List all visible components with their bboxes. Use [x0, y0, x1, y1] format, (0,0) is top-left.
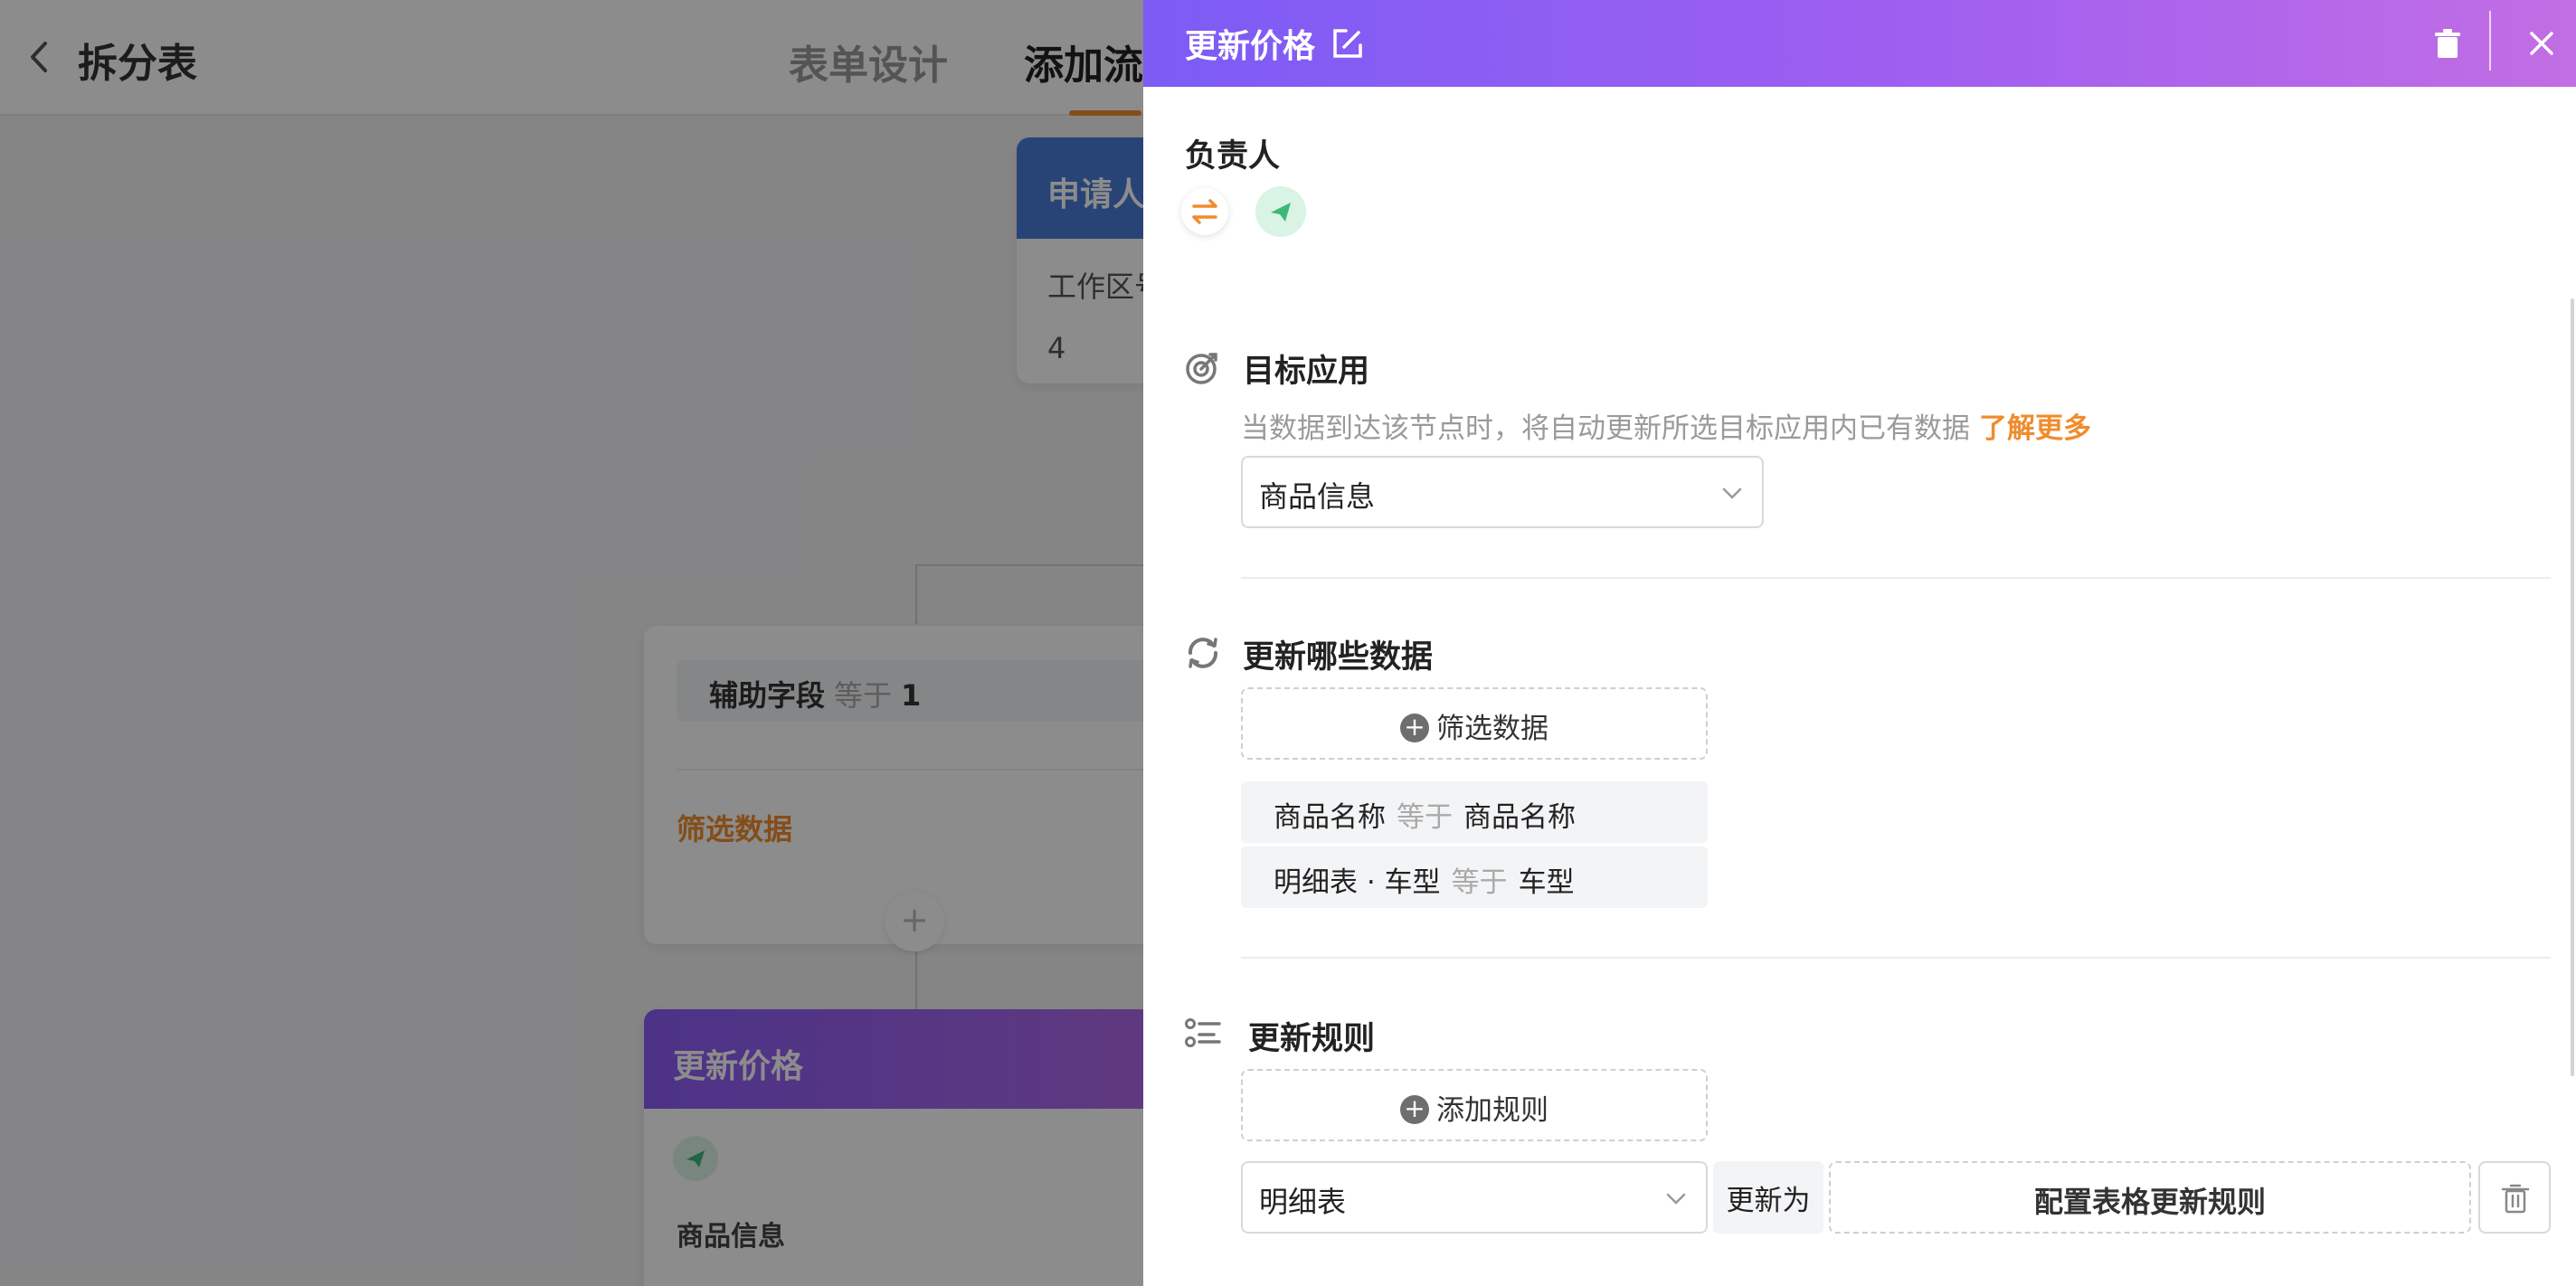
drawer-scrollbar[interactable]: [2571, 298, 2574, 1076]
owner-label: 负责人: [1185, 138, 1281, 175]
target-app-selected-value: 商品信息: [1259, 479, 1376, 514]
condition-op: 等于: [1397, 801, 1453, 834]
delete-rule-button[interactable]: [2478, 1161, 2551, 1234]
target-app-label: 目标应用: [1243, 354, 1370, 390]
transfer-icon[interactable]: [1181, 188, 1228, 235]
drawer-header: 更新价格: [1143, 0, 2576, 87]
update-rules-label: 更新规则: [1248, 1021, 1376, 1057]
delete-node-button[interactable]: [2429, 25, 2466, 61]
target-app-description: 当数据到达该节点时，将自动更新所选目标应用内已有数据 了解更多: [1241, 405, 2091, 446]
list-icon: [1183, 1015, 1223, 1054]
filter-condition-row[interactable]: 明细表 · 车型 等于 车型: [1241, 846, 1708, 908]
condition-field: 商品名称: [1274, 801, 1386, 834]
edit-title-button[interactable]: [1328, 24, 1368, 63]
header-separator: [2489, 11, 2491, 71]
learn-more-link[interactable]: 了解更多: [1979, 412, 2091, 445]
target-app-select[interactable]: 商品信息: [1241, 456, 1764, 528]
node-config-drawer: 更新价格 负责人 目标应用 当数据到达该节点时，将自动更新所选目标应用内已有数据…: [1143, 0, 2576, 1286]
edit-icon: [1333, 29, 1362, 58]
plus-icon: +: [1400, 1094, 1429, 1124]
target-icon: [1183, 347, 1223, 387]
update-to-label: 更新为: [1713, 1161, 1823, 1234]
drawer-title: 更新价格: [1185, 28, 1316, 65]
filter-condition-row[interactable]: 商品名称 等于 商品名称: [1241, 781, 1708, 843]
condition-value: 车型: [1518, 866, 1575, 899]
trash-icon: [2435, 29, 2460, 58]
chevron-down-icon: [1722, 487, 1742, 499]
rule-field-select[interactable]: 明细表: [1241, 1161, 1708, 1234]
filter-data-button[interactable]: + 筛选数据: [1241, 687, 1708, 760]
trash-icon: [2501, 1184, 2530, 1214]
condition-field: 明细表 · 车型: [1274, 866, 1441, 899]
refresh-icon: [1183, 633, 1223, 673]
plus-icon: +: [1400, 713, 1429, 742]
condition-op: 等于: [1451, 866, 1508, 899]
close-icon: [2530, 32, 2553, 55]
send-icon[interactable]: [1255, 186, 1306, 237]
configure-table-rule-button[interactable]: 配置表格更新规则: [1829, 1161, 2471, 1234]
chevron-down-icon: [1666, 1193, 1686, 1205]
modal-overlay[interactable]: [0, 0, 1143, 1286]
condition-value: 商品名称: [1463, 801, 1576, 834]
close-drawer-button[interactable]: [2524, 25, 2560, 61]
rule-field-value: 明细表: [1259, 1185, 1347, 1219]
target-app-description-text: 当数据到达该节点时，将自动更新所选目标应用内已有数据: [1241, 412, 1970, 445]
filter-data-button-label: 筛选数据: [1436, 713, 1548, 745]
which-data-label: 更新哪些数据: [1243, 639, 1434, 676]
section-divider: [1241, 577, 2551, 579]
add-rule-button-label: 添加规则: [1436, 1094, 1548, 1127]
add-rule-button[interactable]: + 添加规则: [1241, 1069, 1708, 1141]
section-divider: [1241, 957, 2551, 959]
